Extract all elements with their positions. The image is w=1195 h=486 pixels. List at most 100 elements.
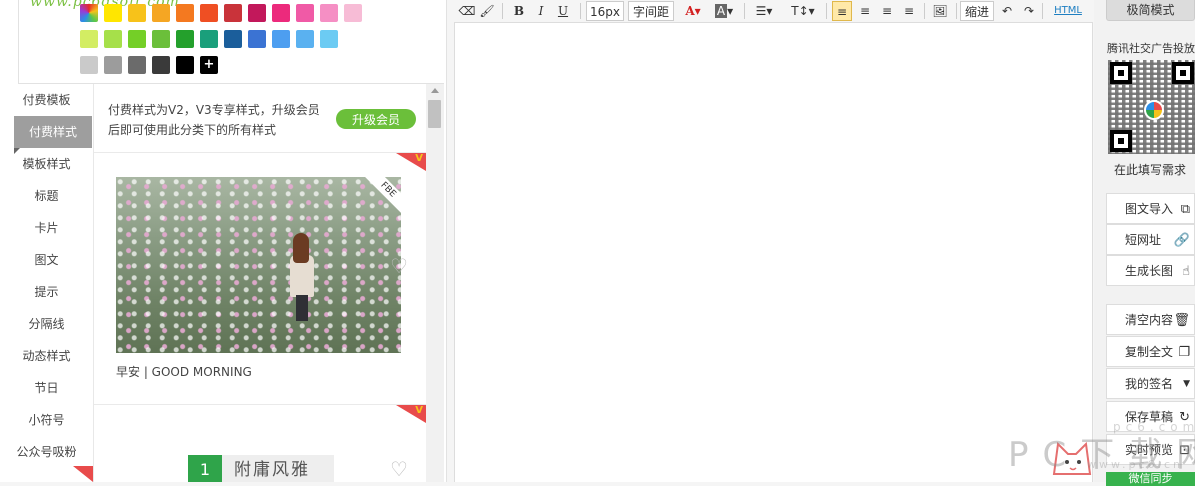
hand-pointer-icon: ☝ bbox=[1182, 264, 1190, 279]
button-label: 清空内容 bbox=[1125, 313, 1174, 327]
upgrade-button[interactable]: 升级会员 bbox=[336, 109, 416, 129]
category-item[interactable]: 公众号吸粉 bbox=[0, 436, 93, 468]
font-size-select[interactable]: 16px bbox=[586, 1, 624, 21]
palette-row bbox=[80, 4, 362, 22]
button-label: 生成长图 bbox=[1125, 264, 1174, 278]
vip-chevron-icon: V bbox=[415, 153, 423, 164]
color-swatch[interactable] bbox=[176, 56, 194, 74]
link-icon: 🔗 bbox=[1173, 233, 1190, 248]
color-swatch[interactable] bbox=[320, 30, 338, 48]
style-library-panel: www.pc6dsoft.com + 付费模板付费样式模板样式标题卡片图文提示分… bbox=[0, 0, 447, 482]
category-item[interactable]: 节日 bbox=[0, 372, 93, 404]
color-swatch[interactable] bbox=[200, 30, 218, 48]
vip-chevron-icon: V bbox=[415, 405, 423, 416]
color-swatch[interactable] bbox=[104, 56, 122, 74]
caret-down-icon: ▼ bbox=[1183, 379, 1190, 389]
color-swatch[interactable] bbox=[272, 4, 290, 22]
category-item[interactable]: 动态样式 bbox=[0, 340, 93, 372]
line-height-icon[interactable]: T↕▾ bbox=[788, 1, 818, 21]
color-swatch[interactable] bbox=[104, 30, 122, 48]
copy-all-button[interactable]: 复制全文 ❐ bbox=[1106, 336, 1195, 367]
toolbar-divider bbox=[1042, 3, 1043, 19]
align-center-icon[interactable]: ≡ bbox=[856, 1, 874, 21]
scroll-up-arrow-icon[interactable] bbox=[431, 88, 439, 93]
color-palette: + bbox=[80, 4, 362, 82]
list-icon[interactable]: ☰▾ bbox=[750, 1, 778, 21]
color-swatch[interactable] bbox=[104, 4, 122, 22]
qr-code bbox=[1108, 60, 1195, 154]
color-swatch[interactable] bbox=[128, 56, 146, 74]
color-swatch[interactable] bbox=[176, 30, 194, 48]
color-swatch[interactable] bbox=[128, 4, 146, 22]
indent-button[interactable]: 缩进 bbox=[960, 1, 994, 21]
align-right-icon[interactable]: ≡ bbox=[878, 1, 896, 21]
category-item[interactable]: 付费样式 bbox=[14, 116, 92, 154]
category-item[interactable]: 提示 bbox=[0, 276, 93, 308]
style-card-good-morning[interactable]: V FBE ♡ 早安 | GOOD MORNING bbox=[94, 153, 426, 405]
color-swatch[interactable] bbox=[152, 30, 170, 48]
button-label: 我的签名 bbox=[1125, 377, 1174, 391]
heart-icon[interactable]: ♡ bbox=[390, 256, 410, 276]
short-url-button[interactable]: 短网址 🔗 bbox=[1106, 224, 1195, 255]
highlight-color-icon[interactable]: A ▾ bbox=[710, 1, 738, 21]
align-justify-icon[interactable]: ≡ bbox=[900, 1, 918, 21]
color-swatch[interactable] bbox=[344, 4, 362, 22]
toolbar-divider bbox=[826, 3, 827, 19]
category-item[interactable]: 分隔线 bbox=[0, 308, 93, 340]
align-left-icon[interactable]: ≡ bbox=[832, 1, 852, 21]
color-swatch[interactable] bbox=[320, 4, 338, 22]
category-item[interactable]: 模板样式 bbox=[0, 148, 93, 180]
right-panel: 极简模式 腾讯社交广告投放 在此填写需求 图文导入 ⧉ 短网址 🔗 生成长图 ☝ 清空… bbox=[1094, 0, 1195, 486]
minimal-mode-button[interactable]: 极简模式 bbox=[1106, 0, 1195, 21]
category-item[interactable]: 小符号 bbox=[0, 404, 93, 436]
color-swatch[interactable] bbox=[296, 4, 314, 22]
import-article-button[interactable]: 图文导入 ⧉ bbox=[1106, 193, 1195, 224]
flower-field-photo: FBE bbox=[116, 177, 401, 353]
color-swatch[interactable] bbox=[80, 30, 98, 48]
color-swatch[interactable] bbox=[224, 4, 242, 22]
color-swatch[interactable] bbox=[80, 56, 98, 74]
color-swatch[interactable] bbox=[176, 4, 194, 22]
letter-spacing-button[interactable]: 字间距 bbox=[628, 1, 674, 21]
my-signature-button[interactable]: 我的签名 ▼ bbox=[1106, 368, 1195, 399]
html-source-button[interactable]: HTML bbox=[1050, 1, 1086, 21]
button-label: 图文导入 bbox=[1125, 202, 1174, 216]
toolbar-divider bbox=[580, 3, 581, 19]
long-image-button[interactable]: 生成长图 ☝ bbox=[1106, 255, 1195, 286]
copy-icon: ❐ bbox=[1178, 345, 1190, 360]
badge-number: 1 bbox=[188, 455, 222, 482]
image-icon[interactable]: 🖼 bbox=[930, 1, 950, 21]
format-brush-icon[interactable]: 🖌 bbox=[478, 1, 496, 21]
custom-color-swatch[interactable] bbox=[80, 4, 98, 22]
color-swatch[interactable] bbox=[152, 4, 170, 22]
underline-icon[interactable]: U bbox=[554, 1, 572, 21]
undo-icon[interactable]: ↶ bbox=[998, 1, 1016, 21]
color-swatch[interactable] bbox=[128, 30, 146, 48]
color-swatch[interactable] bbox=[152, 56, 170, 74]
color-swatch[interactable] bbox=[248, 4, 266, 22]
toolbar-divider bbox=[502, 3, 503, 19]
editor-area[interactable] bbox=[454, 23, 1093, 482]
scroll-thumb[interactable] bbox=[428, 100, 441, 128]
heart-icon[interactable]: ♡ bbox=[390, 459, 408, 479]
redo-icon[interactable]: ↷ bbox=[1020, 1, 1038, 21]
style-card-title[interactable]: V 1 附庸风雅 ♡ bbox=[94, 405, 426, 482]
clear-content-button[interactable]: 清空内容 🗑 bbox=[1106, 304, 1195, 335]
scrollbar[interactable] bbox=[426, 84, 444, 482]
category-list: 付费模板 付费样式 模板样式 标题 卡片 图文 提示 分隔线 动态样式 节日 小符号 公众号吸粉 bbox=[0, 84, 94, 482]
bold-icon[interactable]: B bbox=[510, 1, 528, 21]
italic-icon[interactable]: I bbox=[532, 1, 550, 21]
color-swatch[interactable] bbox=[272, 30, 290, 48]
color-swatch[interactable] bbox=[200, 4, 218, 22]
category-item[interactable]: 付费模板 bbox=[0, 84, 93, 116]
category-item[interactable]: 图文 bbox=[0, 244, 93, 276]
color-swatch[interactable] bbox=[296, 30, 314, 48]
color-swatch[interactable] bbox=[248, 30, 266, 48]
import-icon: ⧉ bbox=[1180, 202, 1190, 217]
category-item[interactable]: 标题 bbox=[0, 180, 93, 212]
color-swatch[interactable] bbox=[224, 30, 242, 48]
category-item[interactable]: 卡片 bbox=[0, 212, 93, 244]
add-color-button[interactable]: + bbox=[200, 56, 218, 74]
eraser-icon[interactable]: ⌫ bbox=[458, 1, 476, 21]
font-color-icon[interactable]: A▾ bbox=[680, 1, 706, 21]
